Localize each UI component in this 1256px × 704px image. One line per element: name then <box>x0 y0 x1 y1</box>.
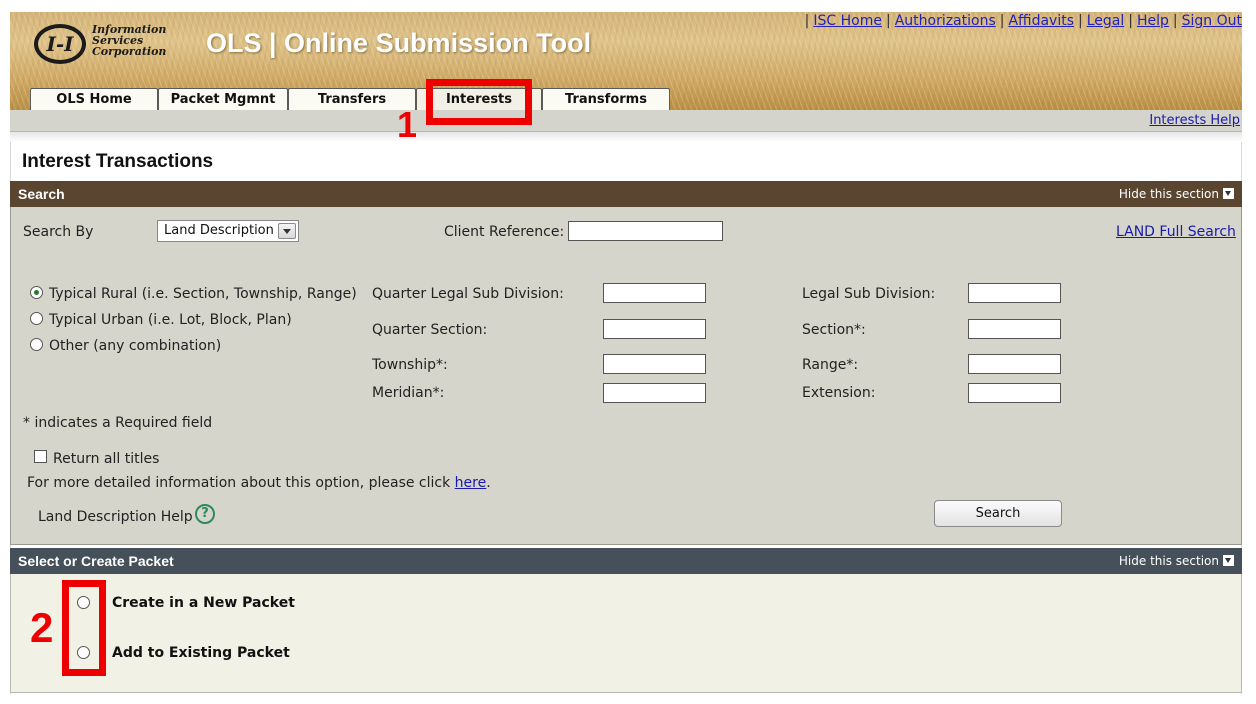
more-info-here-link[interactable]: here <box>455 475 487 491</box>
section-label: Section*: <box>802 322 866 338</box>
help-question-icon[interactable]: ? <box>195 504 215 524</box>
land-full-search-link[interactable]: LAND Full Search <box>1116 224 1236 240</box>
more-info-period: . <box>486 475 491 491</box>
create-new-packet-label: Create in a New Packet <box>112 595 295 611</box>
interests-help-link[interactable]: Interests Help <box>1149 113 1240 128</box>
radio-typical-urban[interactable] <box>30 312 43 325</box>
township-input[interactable] <box>603 354 706 374</box>
radio-typical-rural[interactable] <box>30 286 43 299</box>
isc-logo-icon: I-I <box>34 24 86 64</box>
return-all-titles-label: Return all titles <box>53 451 160 467</box>
annotation-number-2: 2 <box>30 604 54 651</box>
radio-typical-urban-label: Typical Urban (i.e. Lot, Block, Plan) <box>49 312 292 328</box>
help-link[interactable]: Help <box>1137 13 1169 29</box>
legal-sub-division-label: Legal Sub Division: <box>802 286 936 302</box>
chevron-down-icon <box>278 223 296 239</box>
add-existing-packet-label: Add to Existing Packet <box>112 645 290 661</box>
tab-transforms[interactable]: Transforms <box>542 88 670 110</box>
tab-packet-mgmnt[interactable]: Packet Mgmnt <box>158 88 288 110</box>
hide-search-section-toggle[interactable]: Hide this section <box>1119 181 1234 207</box>
hide-section-label: Hide this section <box>1118 187 1219 201</box>
link-separator: | <box>1078 13 1083 29</box>
hide-packet-section-toggle[interactable]: Hide this section <box>1119 548 1234 574</box>
search-button[interactable]: Search <box>934 500 1062 527</box>
required-field-note: * indicates a Required field <box>23 415 213 431</box>
affidavits-link[interactable]: Affidavits <box>1008 13 1074 29</box>
collapse-arrow-icon <box>1223 188 1234 199</box>
radio-typical-rural-label: Typical Rural (i.e. Section, Township, R… <box>49 286 357 302</box>
sub-navigation-bar: Interests Help <box>10 110 1242 132</box>
search-by-value: Land Description <box>164 223 274 238</box>
search-section-header: Search Hide this section <box>10 181 1242 207</box>
hide-section-label: Hide this section <box>1118 554 1219 568</box>
more-info-sentence: For more detailed information about this… <box>27 475 451 491</box>
header-banner: I-I Information Services Corporation OLS… <box>10 12 1242 110</box>
quarter-section-label: Quarter Section: <box>372 322 488 338</box>
search-section-title: Search <box>18 186 65 202</box>
extension-input[interactable] <box>968 383 1061 403</box>
link-separator: | <box>1172 13 1178 29</box>
authorizations-link[interactable]: Authorizations <box>895 13 996 29</box>
link-separator: | <box>999 13 1005 29</box>
client-reference-label: Client Reference: <box>444 224 565 240</box>
packet-section-header: Select or Create Packet Hide this sectio… <box>10 548 1242 574</box>
annotation-number-1: 1 <box>397 104 418 145</box>
search-by-label: Search By <box>23 224 94 240</box>
logo-line-3: Corporation <box>92 45 167 58</box>
link-separator: | <box>885 13 891 29</box>
quarter-legal-sub-division-label: Quarter Legal Sub Division: <box>372 286 564 302</box>
radio-other[interactable] <box>30 338 43 351</box>
section-input[interactable] <box>968 319 1061 339</box>
link-separator: | <box>804 13 810 29</box>
top-nav-links: | ISC Home | Authorizations | Affidavits | Lega… <box>801 13 1242 29</box>
annotation-box-1 <box>426 79 532 125</box>
isc-home-link[interactable]: ISC Home <box>813 13 882 29</box>
return-all-titles-checkbox[interactable] <box>34 450 47 463</box>
collapse-arrow-icon <box>1223 555 1234 566</box>
search-section-body <box>10 207 1242 545</box>
search-by-select[interactable]: Land Description <box>157 220 299 242</box>
isc-logo-text: Information Services Corporation <box>92 24 192 57</box>
legal-link[interactable]: Legal <box>1087 13 1125 29</box>
extension-label: Extension: <box>802 385 876 401</box>
client-reference-input[interactable] <box>568 221 723 241</box>
meridian-input[interactable] <box>603 383 706 403</box>
tab-ols-home[interactable]: OLS Home <box>30 88 158 110</box>
township-label: Township*: <box>372 357 448 373</box>
annotation-box-2 <box>62 580 106 676</box>
range-input[interactable] <box>968 354 1061 374</box>
divider <box>10 132 1242 142</box>
quarter-section-input[interactable] <box>603 319 706 339</box>
sign-out-link[interactable]: Sign Out <box>1182 13 1242 29</box>
meridian-label: Meridian*: <box>372 385 445 401</box>
more-info-text: For more detailed information about this… <box>27 475 491 491</box>
range-label: Range*: <box>802 357 859 373</box>
packet-section-title: Select or Create Packet <box>18 553 174 569</box>
quarter-legal-sub-division-input[interactable] <box>603 283 706 303</box>
page-title: Interest Transactions <box>22 151 214 172</box>
legal-sub-division-input[interactable] <box>968 283 1061 303</box>
app-title: OLS | Online Submission Tool <box>206 28 592 58</box>
land-description-help-label: Land Description Help <box>38 509 193 525</box>
packet-section-body <box>10 574 1242 693</box>
radio-other-label: Other (any combination) <box>49 338 222 354</box>
link-separator: | <box>1128 13 1133 29</box>
